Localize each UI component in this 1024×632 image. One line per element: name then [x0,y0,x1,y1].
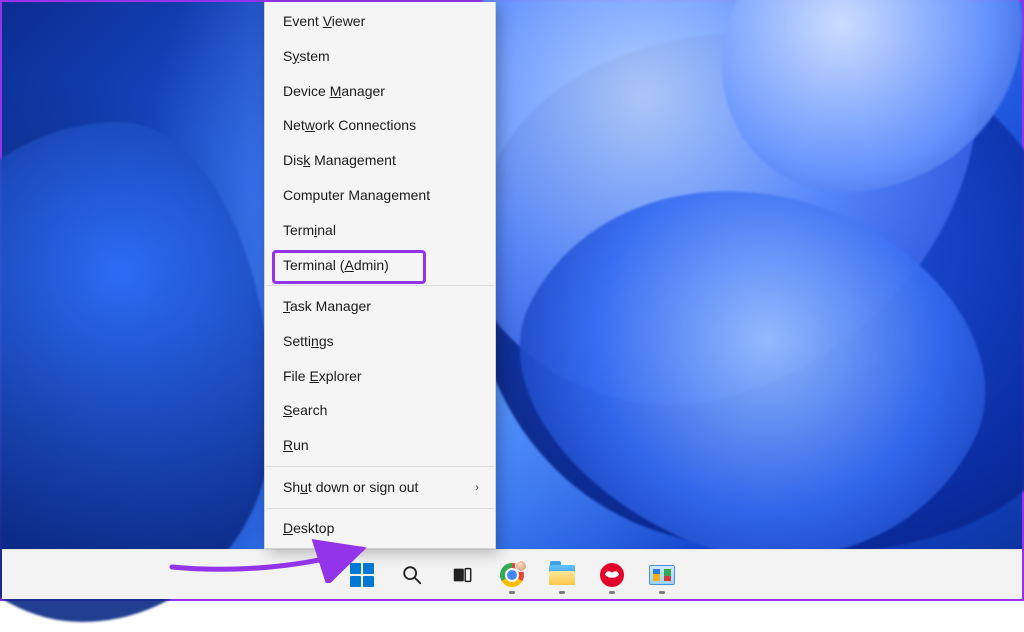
taskbar [2,549,1022,599]
menu-task-manager[interactable]: Task Manager [265,289,495,324]
chevron-right-icon: › [475,480,479,494]
menu-shutdown-signout[interactable]: Shut down or sign out› [265,470,495,505]
lips-icon [600,563,624,587]
file-explorer-icon [549,565,575,585]
menu-separator [266,285,494,286]
menu-terminal-admin[interactable]: Terminal (Admin) [265,248,495,283]
taskbar-app-chrome[interactable] [491,554,533,596]
winx-context-menu: Event Viewer System Device Manager Netwo… [264,2,496,549]
menu-separator [266,508,494,509]
menu-desktop[interactable]: Desktop [265,511,495,546]
start-button[interactable] [341,554,383,596]
taskbar-app-control-panel[interactable] [641,554,683,596]
menu-disk-management[interactable]: Disk Management [265,143,495,178]
menu-file-explorer[interactable]: File Explorer [265,359,495,394]
taskbar-app-file-explorer[interactable] [541,554,583,596]
menu-network-connections[interactable]: Network Connections [265,108,495,143]
taskbar-app-lips[interactable] [591,554,633,596]
search-icon [401,564,423,586]
windows-logo-icon [350,563,374,587]
menu-separator [266,466,494,467]
chrome-icon [500,563,524,587]
menu-event-viewer[interactable]: Event Viewer [265,4,495,39]
taskview-icon [451,564,473,586]
desktop-wallpaper [2,2,1022,599]
taskbar-search-button[interactable] [391,554,433,596]
menu-run[interactable]: Run [265,428,495,463]
taskbar-taskview-button[interactable] [441,554,483,596]
control-panel-icon [649,565,675,585]
menu-device-manager[interactable]: Device Manager [265,74,495,109]
menu-settings[interactable]: Settings [265,324,495,359]
menu-system[interactable]: System [265,39,495,74]
menu-search[interactable]: Search [265,393,495,428]
menu-terminal[interactable]: Terminal [265,213,495,248]
menu-computer-management[interactable]: Computer Management [265,178,495,213]
